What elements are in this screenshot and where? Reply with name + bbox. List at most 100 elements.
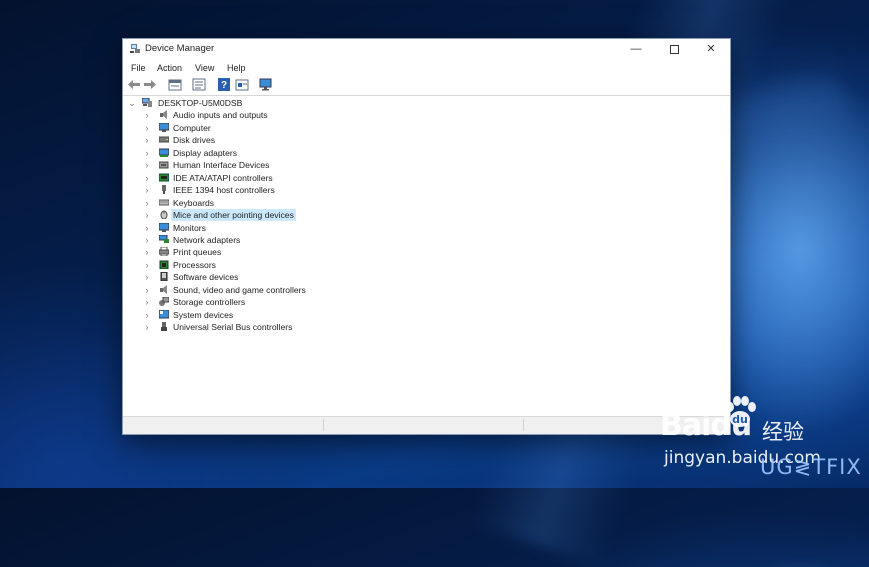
scan-hardware-icon[interactable]: [259, 78, 273, 91]
tree-item-label: Network adapters: [173, 234, 241, 245]
storage-controller-icon: [159, 297, 169, 307]
chevron-right-icon[interactable]: ›: [143, 184, 151, 196]
chevron-right-icon[interactable]: ›: [143, 309, 151, 321]
printer-icon: [159, 247, 169, 257]
jingyan-watermark: 经验: [762, 420, 804, 444]
chevron-down-icon[interactable]: ⌄: [128, 97, 136, 109]
tree-root-label: DESKTOP-U5M0DSB: [158, 98, 243, 108]
tree-item[interactable]: › Universal Serial Bus controllers: [143, 321, 363, 333]
ieee1394-icon: [162, 185, 166, 195]
tree-item-label: Processors: [173, 259, 216, 270]
device-manager-window: Device Manager — ✕ File Action View Help: [123, 39, 730, 434]
tree-item[interactable]: › IDE ATA/ATAPI controllers: [143, 172, 363, 184]
minimize-button[interactable]: —: [619, 39, 653, 59]
chevron-right-icon[interactable]: ›: [143, 296, 151, 308]
chevron-right-icon[interactable]: ›: [143, 234, 151, 246]
tree-item[interactable]: › Display adapters: [143, 147, 363, 159]
view-resources-icon[interactable]: [235, 78, 249, 91]
chevron-right-icon[interactable]: ›: [143, 209, 151, 221]
chevron-right-icon[interactable]: ›: [143, 147, 151, 159]
tree-item-label: Sound, video and game controllers: [173, 284, 306, 295]
window-title: Device Manager: [145, 43, 215, 54]
network-adapter-icon: [159, 234, 169, 243]
menu-file[interactable]: File: [131, 63, 146, 73]
close-button[interactable]: ✕: [694, 39, 728, 59]
tree-item-label: Disk drives: [173, 135, 216, 146]
baidu-paw-icon: du: [726, 396, 756, 427]
chevron-right-icon[interactable]: ›: [143, 134, 151, 146]
ugetfix-watermark: UG≷TFIX: [760, 455, 862, 479]
menu-view[interactable]: View: [195, 63, 214, 73]
chevron-right-icon[interactable]: ›: [143, 109, 151, 121]
svg-text:du: du: [732, 413, 748, 426]
tree-item[interactable]: › Processors: [143, 259, 363, 271]
chevron-right-icon[interactable]: ›: [143, 271, 151, 283]
tree-item[interactable]: › Storage controllers: [143, 296, 363, 308]
toolbar: ?: [123, 75, 730, 96]
tree-item-label: Software devices: [173, 272, 239, 283]
chevron-right-icon[interactable]: ›: [143, 246, 151, 258]
tree-item-label: Human Interface Devices: [173, 160, 270, 171]
tree-item-label: Monitors: [173, 222, 206, 233]
maximize-icon: [669, 44, 679, 54]
status-divider: [523, 419, 524, 431]
title-bar[interactable]: Device Manager — ✕: [123, 39, 730, 59]
menu-action[interactable]: Action: [157, 63, 182, 73]
disk-drive-icon: [159, 136, 169, 143]
chevron-right-icon[interactable]: ›: [143, 122, 151, 134]
speaker-icon: [160, 110, 167, 120]
display-adapter-icon: [159, 148, 169, 157]
tree-item-label: Storage controllers: [173, 297, 246, 308]
tree-item-label: Computer: [173, 122, 211, 133]
ide-controller-icon: [159, 173, 169, 182]
tree-item-label: Mice and other pointing devices: [171, 209, 296, 222]
tree-item[interactable]: › Computer: [143, 122, 363, 134]
properties-icon[interactable]: [168, 78, 182, 91]
tree-item[interactable]: › Monitors: [143, 222, 363, 234]
tree-item[interactable]: › Software devices: [143, 271, 363, 283]
computer-root-icon: [142, 98, 152, 107]
tree-root[interactable]: ⌄ DESKTOP-U5M0DSB: [128, 97, 328, 109]
keyboard-icon: [159, 199, 169, 206]
chevron-right-icon[interactable]: ›: [143, 321, 151, 333]
software-device-icon: [160, 272, 168, 282]
computer-icon: [159, 122, 169, 132]
tree-item-label: Universal Serial Bus controllers: [173, 322, 293, 333]
tree-item-label: Display adapters: [173, 147, 238, 158]
help-icon[interactable]: ?: [217, 78, 231, 91]
chevron-right-icon[interactable]: ›: [143, 259, 151, 271]
tree-item-label: IEEE 1394 host controllers: [173, 185, 275, 196]
maximize-button[interactable]: [657, 39, 691, 59]
tree-item[interactable]: › Keyboards: [143, 197, 363, 209]
status-bar: [123, 416, 730, 434]
tree-item[interactable]: › Disk drives: [143, 134, 363, 146]
tree-item[interactable]: › IEEE 1394 host controllers: [143, 184, 363, 196]
hid-icon: [159, 161, 169, 169]
device-manager-app-icon: [130, 44, 140, 53]
back-arrow-icon[interactable]: [127, 78, 141, 91]
tree-item-label: System devices: [173, 309, 234, 320]
chevron-right-icon[interactable]: ›: [143, 284, 151, 296]
tree-item[interactable]: › Mice and other pointing devices: [143, 209, 363, 222]
forward-arrow-icon[interactable]: [143, 78, 157, 91]
system-devices-icon: [159, 309, 169, 319]
tree-item-label: IDE ATA/ATAPI controllers: [173, 172, 273, 183]
menu-bar: File Action View Help: [123, 61, 730, 75]
show-hidden-icon[interactable]: [192, 78, 206, 91]
tree-item-label: Print queues: [173, 247, 222, 258]
chevron-right-icon[interactable]: ›: [143, 222, 151, 234]
tree-item[interactable]: › Sound, video and game controllers: [143, 284, 363, 296]
chevron-right-icon[interactable]: ›: [143, 172, 151, 184]
tree-item[interactable]: › Audio inputs and outputs: [143, 109, 363, 121]
usb-icon: [161, 322, 167, 332]
chevron-right-icon[interactable]: ›: [143, 197, 151, 209]
chevron-right-icon[interactable]: ›: [143, 159, 151, 171]
processor-icon: [159, 260, 169, 269]
mouse-icon: [160, 210, 168, 220]
tree-item[interactable]: › Network adapters: [143, 234, 363, 246]
menu-help[interactable]: Help: [227, 63, 246, 73]
tree-item[interactable]: › Print queues: [143, 246, 363, 258]
tree-item[interactable]: › Human Interface Devices: [143, 159, 363, 171]
svg-text:?: ?: [221, 80, 227, 91]
tree-item[interactable]: › System devices: [143, 309, 363, 321]
